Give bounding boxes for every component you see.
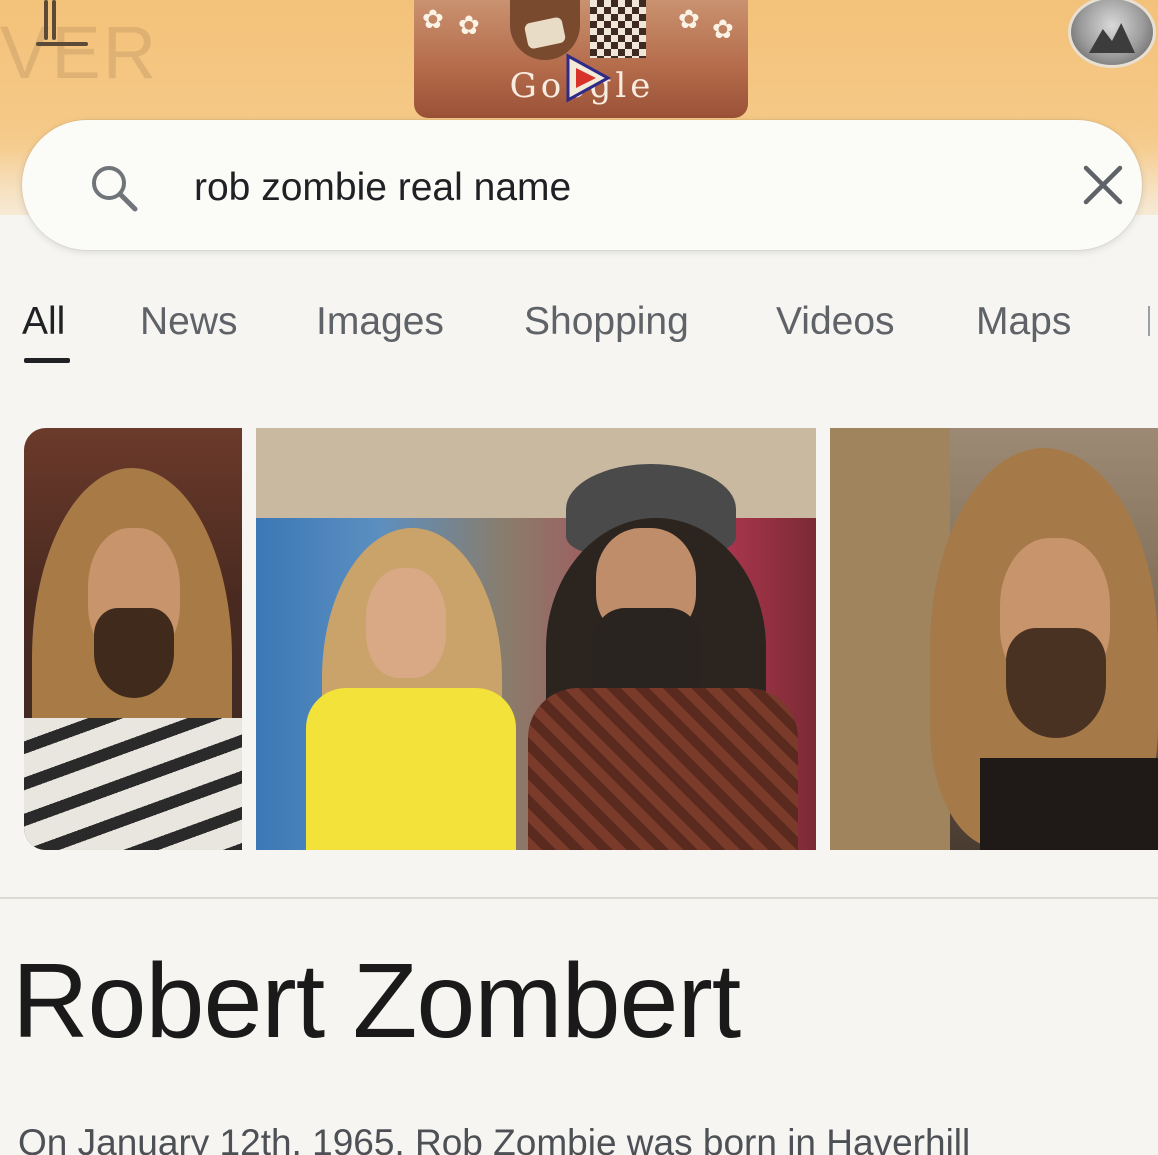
shirt-shape [306,688,516,850]
beard-shape [94,608,174,698]
shirt-shape [24,718,242,850]
tab-images[interactable]: Images [316,292,444,352]
menu-icon-bar [52,0,56,40]
search-tabs: All News Images Shopping Videos Maps [0,292,1158,372]
active-tab-indicator [24,358,70,363]
doodle-figure [510,0,580,60]
image-carousel [0,428,1158,854]
more-tabs-hint[interactable] [1148,306,1158,336]
tab-videos[interactable]: Videos [776,292,895,352]
menu-icon-bar [44,0,48,40]
tab-maps[interactable]: Maps [976,292,1071,352]
google-doodle[interactable]: ✿ ✿ ✿ ✿ Google [414,0,748,118]
answer-snippet: On January 12th, 1965, Rob Zombie was bo… [18,1122,971,1155]
image-result[interactable] [256,428,816,850]
tab-shopping[interactable]: Shopping [524,292,689,352]
shirt-shape [980,758,1158,850]
play-icon[interactable] [564,52,612,104]
flower-decoration: ✿ [712,14,734,44]
flower-decoration: ✿ [458,10,480,40]
search-bar[interactable]: rob zombie real name [22,120,1142,250]
menu-icon-bar [36,42,88,46]
clear-icon[interactable] [1080,162,1126,208]
checkerboard-decoration [590,0,646,58]
tab-all[interactable]: All [22,292,65,352]
flower-decoration: ✿ [678,4,700,34]
beard-shape [1006,628,1106,738]
search-input[interactable]: rob zombie real name [194,162,571,214]
flower-decoration: ✿ [422,4,444,34]
face-shape [366,568,446,678]
tab-news[interactable]: News [140,292,238,352]
answer-title: Robert Zombert [12,942,741,1060]
image-result[interactable] [24,428,242,850]
image-result[interactable] [830,428,1158,850]
jacket-shape [528,688,798,850]
search-icon[interactable] [88,162,140,214]
menu-icon[interactable] [36,0,92,46]
section-divider [0,897,1158,899]
